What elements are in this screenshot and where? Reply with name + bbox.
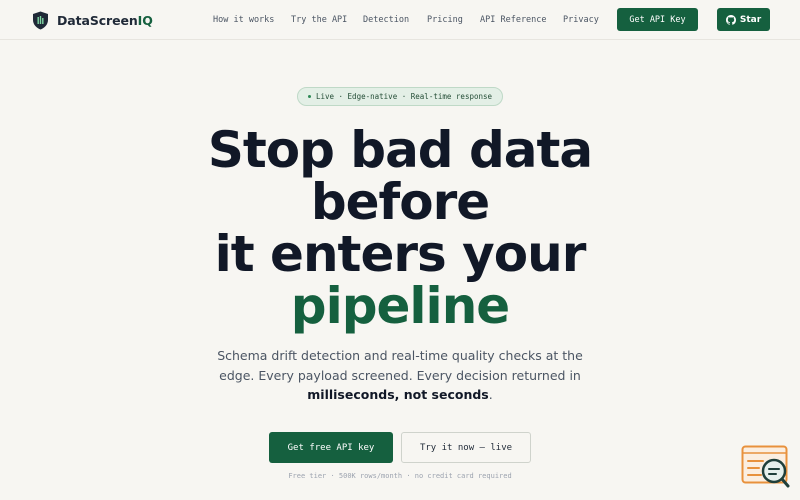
headline-line-2: before xyxy=(310,173,490,231)
github-star-button[interactable]: Star xyxy=(717,8,770,31)
support-widget-button[interactable] xyxy=(741,445,791,490)
nav-try-the-api[interactable]: Try the API xyxy=(291,13,347,27)
description-line-1: Schema drift detection and real-time qua… xyxy=(217,348,583,363)
nav-how-it-works[interactable]: How it works xyxy=(213,13,274,27)
nav-privacy[interactable]: Privacy xyxy=(563,13,599,27)
nav-detection[interactable]: Detection xyxy=(363,13,409,27)
hero-headline: Stop bad data before it enters your pipe… xyxy=(100,124,700,332)
brand-name: DataScreenIQ xyxy=(57,13,153,28)
badge-text: Live · Edge-native · Real-time response xyxy=(315,92,493,101)
pricing-fineprint: Free tier · 500K rows/month · no credit … xyxy=(288,472,512,480)
headline-line-3: it enters your xyxy=(214,225,587,283)
site-header: DataScreenIQ How it works Try the API De… xyxy=(0,0,800,40)
support-search-icon xyxy=(741,445,790,488)
description-emphasis: milliseconds, not seconds xyxy=(307,387,489,402)
brand-name-main: DataScreen xyxy=(57,12,138,28)
github-icon xyxy=(725,14,736,25)
nav-api-reference[interactable]: API Reference xyxy=(480,13,547,27)
brand[interactable]: DataScreenIQ xyxy=(32,10,153,30)
description-line-2: edge. Every payload screened. Every deci… xyxy=(219,367,581,383)
description-end: . xyxy=(488,387,493,402)
shield-logo-icon xyxy=(33,11,48,29)
hero-description: Schema drift detection and real-time qua… xyxy=(200,346,600,405)
live-dot-icon xyxy=(307,95,311,98)
get-api-key-button[interactable]: Get API Key xyxy=(617,8,698,31)
headline-line-4: pipeline xyxy=(290,277,510,335)
headline-line-1: Stop bad data xyxy=(207,121,593,179)
try-it-now-button[interactable]: Try it now — live xyxy=(401,432,531,463)
brand-name-accent: IQ xyxy=(137,12,153,28)
star-label: Star xyxy=(739,14,762,25)
status-badge: Live · Edge-native · Real-time response xyxy=(297,87,503,106)
nav-pricing[interactable]: Pricing xyxy=(427,13,463,27)
get-free-api-key-button[interactable]: Get free API key xyxy=(269,432,393,463)
